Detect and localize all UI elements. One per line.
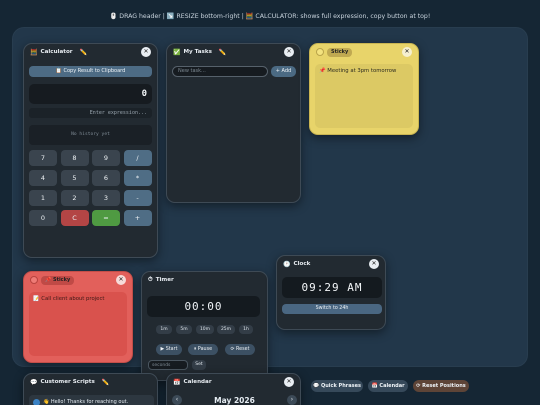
key-clear[interactable]: C: [60, 210, 89, 226]
keypad: 7 8 9 / 4 5 6 * 1 2 3 - 0 C = +: [29, 150, 154, 226]
sticky-tag: 📌 Sticky: [41, 275, 75, 285]
next-month-button[interactable]: ›: [286, 395, 297, 405]
set-button[interactable]: Set: [192, 360, 206, 370]
clock-title: Clock: [293, 261, 311, 267]
timer-window: ⏱ Timer 00:00 1m 5m 10m 25m 1h ▶ Start ⏸…: [141, 271, 268, 381]
pencil-icon[interactable]: ✏️: [80, 49, 87, 56]
close-button[interactable]: ✕: [369, 259, 379, 269]
key-minus[interactable]: -: [123, 190, 152, 206]
timer-title: Timer: [155, 277, 174, 283]
close-button[interactable]: ✕: [402, 47, 412, 57]
close-button[interactable]: ✕: [116, 275, 126, 285]
speech-bubble-icon: 💬: [30, 378, 38, 386]
month-label: May 2026: [214, 395, 255, 405]
calendar-header[interactable]: 📅 Calendar ✕: [167, 374, 300, 390]
close-button[interactable]: ✕: [284, 47, 294, 57]
pencil-icon[interactable]: ✏️: [219, 49, 226, 56]
close-button[interactable]: ✕: [284, 377, 294, 387]
info-icon: [33, 398, 40, 405]
preset-1h[interactable]: 1h: [239, 325, 253, 334]
tasks-window: ✅ My Tasks ✏️ ✕ New task... + Add: [166, 43, 301, 203]
key-0[interactable]: 0: [29, 210, 57, 226]
calendar-button[interactable]: 📅 Calendar: [368, 380, 408, 392]
calendar-window: 📅 Calendar ✕ ‹ May 2026 ›: [166, 373, 301, 405]
abacus-icon: 🧮: [30, 48, 38, 56]
sticky-tag: Sticky: [327, 47, 353, 57]
timer-display: 00:00: [147, 296, 260, 317]
sticky-note-text[interactable]: 📌 Meeting at 3pm tomorrow: [315, 64, 413, 128]
sticky-note-yellow: Sticky ✕ 📌 Meeting at 3pm tomorrow: [309, 43, 419, 135]
sticky-note-text[interactable]: 📝 Call client about project: [29, 292, 127, 356]
key-2[interactable]: 2: [60, 190, 89, 206]
clock-window: 🕐 Clock ✕ 09:29 AM Switch to 24h: [276, 255, 386, 330]
tasks-header[interactable]: ✅ My Tasks ✏️ ✕: [167, 44, 300, 60]
calculator-display: 0: [29, 84, 152, 104]
calculator-window: 🧮 Calculator ✏️ ✕ 📋 Copy Result to Clipb…: [23, 43, 158, 258]
reset-button[interactable]: ⟳ Reset: [225, 344, 255, 355]
script-message: 👋 Hello! Thanks for reaching out.: [43, 399, 129, 405]
key-4[interactable]: 4: [29, 170, 57, 186]
preset-1m[interactable]: 1m: [156, 325, 172, 334]
script-item[interactable]: 👋 Hello! Thanks for reaching out.: [29, 395, 154, 405]
calendar-nav: ‹ May 2026 ›: [172, 394, 297, 405]
reset-positions-button[interactable]: ⟳ Reset Positions: [413, 380, 469, 392]
checkmark-icon: ✅: [173, 48, 181, 56]
color-dot-icon[interactable]: [30, 276, 38, 284]
key-9[interactable]: 9: [92, 150, 120, 166]
instructions-hint: 🖱️ DRAG header | ↘️ RESIZE bottom-right …: [109, 13, 431, 20]
preset-5m[interactable]: 5m: [176, 325, 192, 334]
customer-scripts-title: Customer Scripts: [40, 379, 95, 385]
pause-button[interactable]: ⏸ Pause: [188, 344, 218, 355]
preset-25m[interactable]: 25m: [217, 325, 235, 334]
sticky-note-red: 📌 Sticky ✕ 📝 Call client about project: [23, 271, 133, 363]
copy-result-button[interactable]: 📋 Copy Result to Clipboard: [29, 66, 152, 77]
new-task-input[interactable]: New task...: [172, 66, 268, 77]
calculator-header[interactable]: 🧮 Calculator ✏️ ✕: [24, 44, 157, 60]
clock-header[interactable]: 🕐 Clock ✕: [277, 256, 385, 272]
switch-24h-button[interactable]: Switch to 24h: [282, 304, 382, 314]
key-plus[interactable]: +: [123, 210, 152, 226]
start-button[interactable]: ▶ Start: [156, 344, 182, 355]
key-divide[interactable]: /: [123, 150, 152, 166]
sticky-header[interactable]: 📌 Sticky ✕: [24, 272, 132, 288]
key-1[interactable]: 1: [29, 190, 57, 206]
key-equals[interactable]: =: [92, 210, 120, 226]
seconds-input[interactable]: seconds: [148, 360, 188, 370]
quick-phrases-button[interactable]: 💬 Quick Phrases: [311, 380, 363, 392]
key-multiply[interactable]: *: [123, 170, 152, 186]
add-task-button[interactable]: + Add: [271, 66, 296, 77]
prev-month-button[interactable]: ‹: [172, 395, 182, 405]
preset-10m[interactable]: 10m: [196, 325, 214, 334]
pencil-icon[interactable]: ✏️: [102, 379, 109, 386]
stopwatch-icon: ⏱: [148, 276, 153, 283]
customer-scripts-header[interactable]: 💬 Customer Scripts ✏️: [24, 374, 157, 390]
tasks-title: My Tasks: [183, 49, 212, 55]
calculator-title: Calculator: [40, 49, 73, 55]
history-panel: No history yet: [29, 125, 152, 145]
key-6[interactable]: 6: [92, 170, 120, 186]
calendar-title: Calendar: [183, 379, 212, 385]
timer-header[interactable]: ⏱ Timer: [142, 272, 267, 288]
key-5[interactable]: 5: [60, 170, 89, 186]
color-dot-icon[interactable]: [316, 48, 324, 56]
close-button[interactable]: ✕: [141, 47, 151, 57]
key-3[interactable]: 3: [92, 190, 120, 206]
expression-input[interactable]: Enter expression...: [29, 108, 152, 118]
key-8[interactable]: 8: [60, 150, 89, 166]
clock-display: 09:29 AM: [282, 277, 382, 298]
calendar-icon: 📅: [173, 378, 181, 386]
clock-icon: 🕐: [283, 260, 291, 268]
key-7[interactable]: 7: [29, 150, 57, 166]
sticky-header[interactable]: Sticky ✕: [310, 44, 418, 60]
customer-scripts-window: 💬 Customer Scripts ✏️ 👋 Hello! Thanks fo…: [23, 373, 158, 405]
